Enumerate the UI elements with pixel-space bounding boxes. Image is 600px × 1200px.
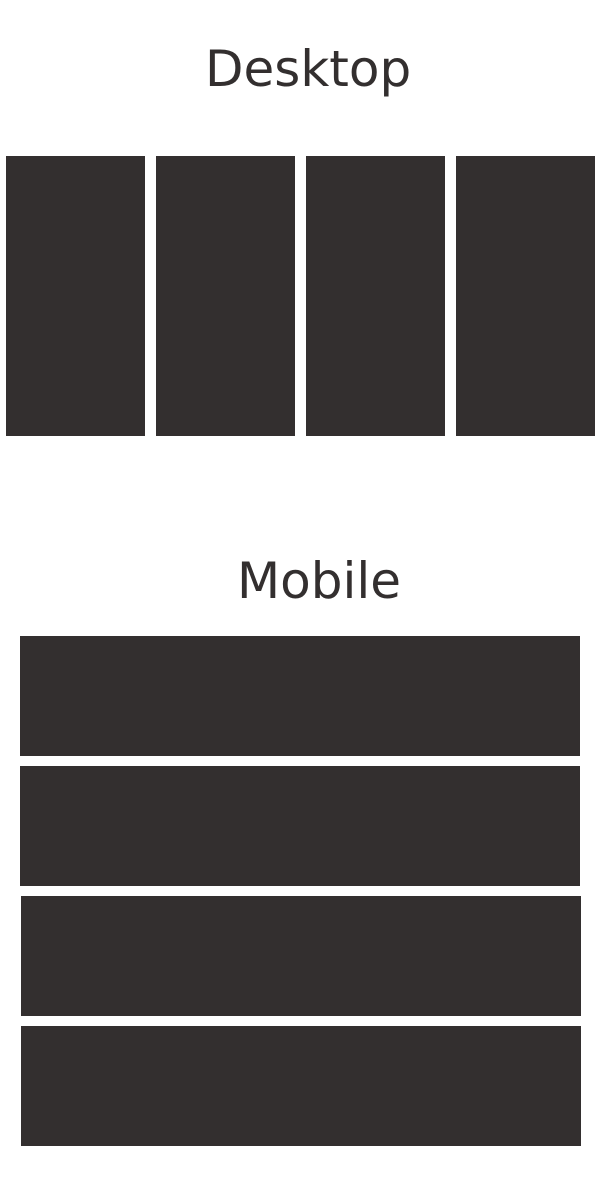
mobile-row-3	[21, 896, 581, 1016]
desktop-heading: Desktop	[205, 40, 412, 98]
desktop-column-3	[306, 156, 445, 436]
desktop-column-1	[6, 156, 145, 436]
mobile-row-4	[21, 1026, 581, 1146]
desktop-column-4	[456, 156, 595, 436]
desktop-column-2	[156, 156, 295, 436]
mobile-heading: Mobile	[237, 552, 402, 610]
mobile-row-2	[20, 766, 580, 886]
mobile-row-1	[20, 636, 580, 756]
